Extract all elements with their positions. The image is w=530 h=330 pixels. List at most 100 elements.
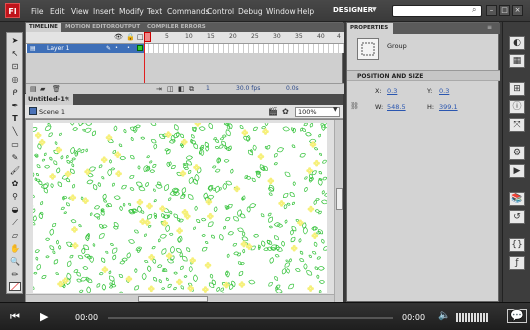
subselection-tool-icon[interactable]: ↖	[9, 48, 21, 59]
edit-symbol-icon[interactable]: ✿	[281, 107, 290, 116]
pencil-icon[interactable]: ✎	[9, 152, 21, 163]
flower-shape	[136, 198, 144, 206]
onion-skin-icon[interactable]: ◫	[167, 85, 174, 93]
layer-row[interactable]: Layer 1 ▤ ✎ • •	[26, 44, 344, 53]
close-icon[interactable]: ×	[65, 94, 70, 105]
hand-tool-icon[interactable]: ✋	[9, 243, 21, 254]
free-transform-icon[interactable]: ⊡	[9, 61, 21, 72]
leaf-shape	[312, 250, 317, 255]
chevron-down-icon[interactable]: ▼	[372, 6, 377, 13]
new-layer-icon[interactable]: ▤	[30, 85, 37, 93]
leaf-shape	[313, 241, 318, 248]
lock-icon[interactable]: 🔒	[126, 33, 135, 41]
bone-tool-icon[interactable]: ⚲	[9, 191, 21, 202]
seek-bar[interactable]	[108, 317, 393, 319]
volume-slider[interactable]	[456, 313, 488, 322]
leaf-shape	[66, 241, 73, 247]
search-icon[interactable]: ⌕	[472, 5, 476, 15]
tab-properties[interactable]: PROPERTIES	[347, 23, 393, 34]
deco-tool-icon[interactable]: ✿	[9, 178, 21, 189]
skip-back-icon[interactable]: ⏮	[10, 310, 20, 324]
text-tool-icon[interactable]: T	[9, 113, 21, 124]
vertical-scroll-thumb[interactable]	[336, 188, 343, 210]
lock-dot-icon[interactable]: •	[127, 44, 130, 53]
position-size-header[interactable]: POSITION AND SIZE	[347, 70, 500, 81]
delete-icon[interactable]: 🗑	[52, 85, 61, 93]
stroke-color-icon[interactable]: ✏	[9, 269, 21, 280]
current-frame: 1	[206, 85, 210, 92]
motion-presets-icon[interactable]: ▶	[509, 164, 525, 178]
menu-file[interactable]: File	[31, 7, 44, 16]
captions-icon[interactable]: 💬	[507, 309, 527, 323]
menu-modify[interactable]: Modify	[119, 7, 144, 16]
link-icon[interactable]: ⛓	[350, 102, 359, 110]
y-value[interactable]: 0.3	[439, 87, 449, 95]
tab-timeline[interactable]: TIMELINE	[26, 23, 61, 32]
onion-outline-icon[interactable]: ◧	[178, 85, 185, 93]
stage-canvas[interactable]	[33, 123, 327, 293]
eyedropper-icon[interactable]: ⟋	[9, 217, 21, 228]
playhead-handle[interactable]	[144, 32, 151, 42]
3d-rotation-icon[interactable]: ◎	[9, 74, 21, 85]
minimize-icon[interactable]: –	[486, 5, 497, 16]
menu-control[interactable]: Control	[207, 7, 234, 16]
leaf-shape	[283, 192, 289, 198]
play-icon[interactable]: ▶	[40, 310, 48, 323]
menu-help[interactable]: Help	[297, 7, 314, 16]
width-value[interactable]: 548.5	[387, 103, 406, 111]
brush-icon[interactable]: 🖌	[9, 165, 21, 176]
close-icon[interactable]: ×	[512, 5, 523, 16]
rectangle-tool-icon[interactable]: ▭	[9, 139, 21, 150]
leaf-shape	[62, 195, 68, 200]
pen-tool-icon[interactable]: ✒	[9, 100, 21, 111]
frames-row[interactable]	[144, 44, 344, 53]
maximize-icon[interactable]: □	[499, 5, 510, 16]
menu-commands[interactable]: Commands	[167, 7, 209, 16]
menu-debug[interactable]: Debug	[238, 7, 263, 16]
tab-motion-editor[interactable]: MOTION EDITOR	[62, 23, 118, 32]
edit-scene-icon[interactable]: 🎬	[268, 107, 278, 116]
library-icon[interactable]: 📚	[509, 192, 525, 206]
swatches-icon[interactable]: ▦	[509, 54, 525, 68]
zoom-tool-icon[interactable]: 🔍	[9, 256, 21, 267]
x-value[interactable]: 0.3	[387, 87, 397, 95]
edit-multiple-icon[interactable]: ⧉	[189, 85, 194, 94]
paint-bucket-icon[interactable]: ◒	[9, 204, 21, 215]
tab-output[interactable]: OUTPUT	[112, 23, 143, 32]
components-icon[interactable]: ⚙	[509, 146, 525, 160]
actions-icon[interactable]: ƒ	[509, 256, 525, 270]
center-frame-icon[interactable]: ⇥	[156, 85, 162, 93]
history-icon[interactable]: ↺	[509, 210, 525, 224]
fill-color-icon[interactable]	[9, 282, 21, 291]
menu-edit[interactable]: Edit	[50, 7, 65, 16]
align-icon[interactable]: ⊞	[509, 82, 525, 96]
height-value[interactable]: 399.1	[439, 103, 458, 111]
line-tool-icon[interactable]: ╲	[9, 126, 21, 137]
menu-window[interactable]: Window	[266, 7, 296, 16]
color-panel-icon[interactable]: ◐	[509, 36, 525, 50]
menu-insert[interactable]: Insert	[93, 7, 115, 16]
scene-breadcrumb[interactable]: Scene 1	[39, 108, 65, 116]
chevron-down-icon[interactable]: ▼	[333, 106, 338, 113]
outline-icon[interactable]: □	[137, 33, 144, 41]
menu-text[interactable]: Text	[147, 7, 162, 16]
transform-icon[interactable]: ⤧	[509, 118, 525, 132]
eye-icon[interactable]: 👁	[114, 33, 123, 41]
menu-view[interactable]: View	[71, 7, 89, 16]
eraser-icon[interactable]: ▱	[9, 230, 21, 241]
new-folder-icon[interactable]: ▰	[40, 85, 45, 93]
horizontal-scrollbar[interactable]	[26, 294, 334, 302]
info-icon[interactable]: ⓘ	[509, 100, 525, 114]
help-search-input[interactable]	[392, 5, 482, 17]
leaf-shape	[59, 132, 62, 137]
code-snippets-icon[interactable]: {}	[509, 238, 525, 252]
outline-color-swatch[interactable]	[137, 45, 143, 51]
lasso-icon[interactable]: ᑭ	[9, 87, 21, 98]
visibility-dot-icon[interactable]: •	[115, 44, 118, 53]
leaf-shape	[273, 152, 278, 158]
volume-icon[interactable]: 🔈	[438, 310, 450, 321]
vertical-scrollbar[interactable]	[334, 120, 343, 302]
selection-tool-icon[interactable]: ➤	[9, 35, 21, 46]
tab-compiler-errors[interactable]: COMPILER ERRORS	[144, 23, 209, 32]
panel-menu-icon[interactable]: ≡	[487, 24, 492, 31]
